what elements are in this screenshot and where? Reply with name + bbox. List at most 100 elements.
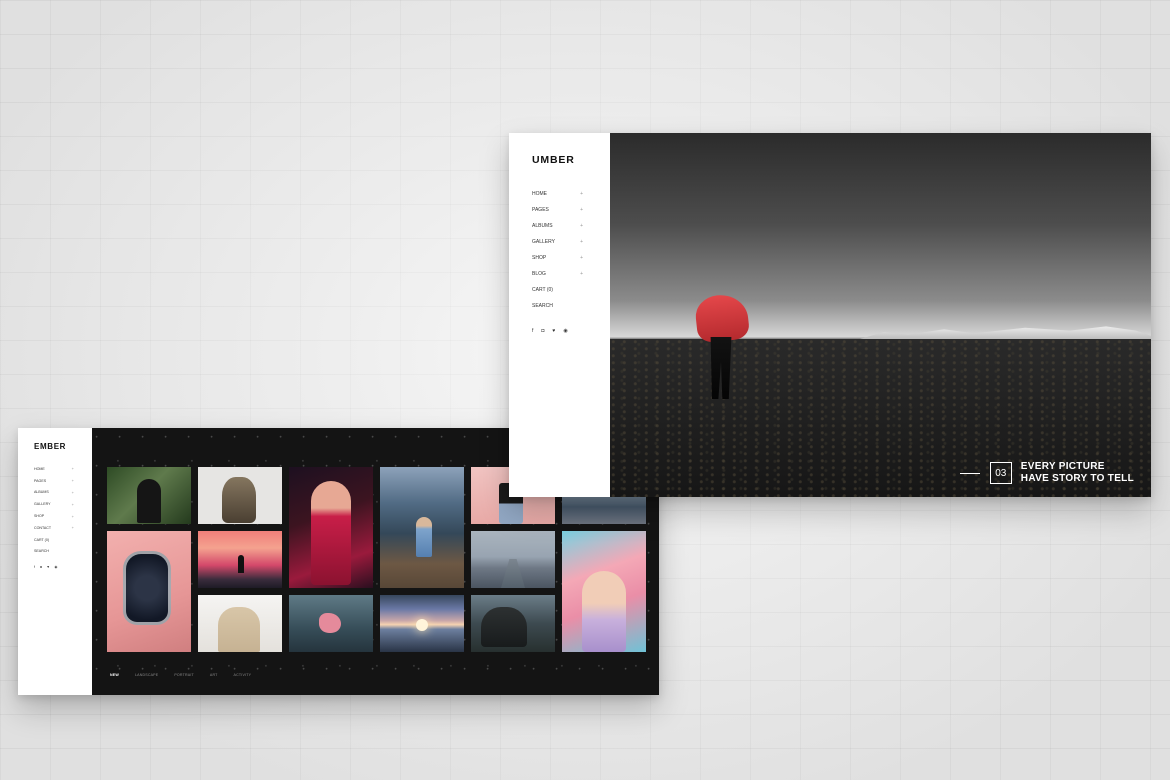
pinterest-icon[interactable]: ◉ — [563, 328, 567, 334]
gallery-photo-coast[interactable] — [380, 467, 464, 588]
umber-menu-item-gallery[interactable]: GALLERY + — [532, 234, 583, 250]
ember-menu: HOME + PAGES + ALBUMS + GALLERY + SHOP + CONT… — [34, 463, 92, 557]
gallery-photo-street[interactable] — [471, 531, 555, 588]
menu-label: CART (0) — [532, 287, 553, 293]
ember-logo[interactable]: EMBER — [34, 442, 92, 451]
caption-divider — [959, 472, 980, 474]
menu-label: GALLERY — [532, 239, 555, 245]
gallery-photo-sunset-pier[interactable] — [198, 531, 282, 588]
caption-text: EVERY PICTURE HAVE STORY TO TELL — [1021, 461, 1134, 485]
expand-icon: + — [580, 207, 583, 213]
facebook-icon[interactable]: f — [532, 328, 533, 334]
filter-portrait[interactable]: PORTRAIT — [174, 673, 194, 677]
expand-icon: + — [71, 478, 74, 484]
expand-icon: + — [580, 271, 583, 277]
expand-icon: + — [71, 489, 74, 495]
gallery-photo-plants[interactable] — [107, 467, 191, 524]
gallery-photo-lights-jar[interactable] — [107, 531, 191, 652]
expand-icon: + — [580, 255, 583, 261]
expand-icon: + — [71, 513, 74, 519]
filter-art[interactable]: ART — [210, 673, 218, 677]
gallery-photo-bubblegum[interactable] — [562, 531, 646, 652]
ember-menu-item-pages[interactable]: PAGES + — [34, 475, 74, 487]
expand-icon: + — [71, 466, 74, 472]
photo-subject — [501, 559, 525, 588]
caption-line-2: HAVE STORY TO TELL — [1020, 473, 1134, 484]
photo-subject — [238, 555, 244, 573]
gallery-photo-flamingo[interactable] — [289, 595, 373, 652]
ember-menu-item-gallery[interactable]: GALLERY + — [34, 498, 74, 510]
umber-sidebar: UMBER HOME + PAGES + ALBUMS + GALLERY + SHOP… — [509, 133, 610, 497]
photo-subject — [582, 571, 626, 652]
umber-menu-item-blog[interactable]: BLOG + — [532, 266, 583, 282]
umber-menu-item-albums[interactable]: ALBUMS + — [532, 218, 583, 234]
gallery-filter-bar: NEW LANDSCAPE PORTRAIT ART ACTIVITY — [110, 673, 251, 677]
ember-menu-item-home[interactable]: HOME + — [34, 463, 74, 475]
photo-subject — [416, 619, 428, 631]
pinterest-icon[interactable]: ◉ — [54, 565, 57, 569]
ember-menu-item-albums[interactable]: ALBUMS + — [34, 487, 74, 499]
umber-menu-item-cart[interactable]: CART (0) — [532, 282, 583, 298]
gallery-photo-sea-sunset[interactable] — [380, 595, 464, 652]
caption-line-1: EVERY PICTURE — [1020, 461, 1105, 472]
photo-subject — [137, 479, 161, 523]
filter-landscape[interactable]: LANDSCAPE — [135, 673, 158, 677]
menu-label: HOME — [34, 466, 45, 471]
ember-social-links: f ◘ ♥ ◉ — [34, 565, 92, 569]
snowy-mountains — [860, 326, 1151, 339]
facebook-icon[interactable]: f — [34, 565, 35, 569]
gallery-photo-blonde-hair[interactable] — [198, 595, 282, 652]
runner-red-jacket — [693, 292, 751, 344]
expand-icon: + — [580, 191, 583, 197]
ember-menu-item-cart[interactable]: CART (0) — [34, 534, 74, 546]
photo-subject — [123, 551, 171, 625]
photo-subject — [311, 481, 351, 585]
expand-icon: + — [71, 525, 74, 531]
gallery-photo-photographer[interactable] — [471, 595, 555, 652]
ember-menu-item-search[interactable]: SEARCH — [34, 546, 74, 558]
expand-icon: + — [71, 501, 74, 507]
umber-mockup: UMBER HOME + PAGES + ALBUMS + GALLERY + SHOP… — [509, 133, 1151, 497]
menu-label: HOME — [532, 191, 547, 197]
gallery-photo-neon-portrait[interactable] — [289, 467, 373, 588]
instagram-icon[interactable]: ◘ — [40, 565, 42, 569]
ember-menu-item-shop[interactable]: SHOP + — [34, 510, 74, 522]
expand-icon: + — [580, 223, 583, 229]
photo-subject — [319, 613, 341, 633]
gallery-photo-deer[interactable] — [198, 467, 282, 524]
instagram-icon[interactable]: ◘ — [541, 328, 544, 334]
photo-subject — [416, 517, 432, 557]
umber-menu-item-pages[interactable]: PAGES + — [532, 202, 583, 218]
slide-caption: 03 EVERY PICTURE HAVE STORY TO TELL — [959, 461, 1134, 485]
filter-new[interactable]: NEW — [110, 673, 119, 677]
umber-social-links: f ◘ ♥ ◉ — [532, 328, 610, 334]
umber-menu-item-shop[interactable]: SHOP + — [532, 250, 583, 266]
menu-label: SEARCH — [34, 549, 49, 554]
photo-subject — [222, 477, 256, 523]
menu-label: ALBUMS — [532, 223, 553, 229]
umber-menu: HOME + PAGES + ALBUMS + GALLERY + SHOP + BLOG… — [532, 186, 610, 314]
menu-label: ALBUMS — [34, 490, 49, 495]
menu-label: GALLERY — [34, 502, 51, 507]
twitter-icon[interactable]: ♥ — [552, 328, 555, 334]
photo-subject — [218, 607, 260, 652]
slide-number[interactable]: 03 — [989, 462, 1012, 484]
umber-menu-item-search[interactable]: SEARCH — [532, 298, 583, 314]
umber-hero-slide: 03 EVERY PICTURE HAVE STORY TO TELL — [610, 133, 1151, 497]
menu-label: SEARCH — [532, 303, 553, 309]
menu-label: BLOG — [532, 271, 546, 277]
menu-label: SHOP — [34, 514, 45, 519]
umber-logo[interactable]: UMBER — [532, 154, 610, 166]
menu-label: CONTACT — [34, 525, 52, 530]
twitter-icon[interactable]: ♥ — [47, 565, 49, 569]
photo-subject — [481, 607, 527, 647]
menu-label: SHOP — [532, 255, 547, 261]
ember-menu-item-contact[interactable]: CONTACT + — [34, 522, 74, 534]
expand-icon: + — [580, 239, 583, 245]
menu-label: PAGES — [532, 207, 549, 213]
menu-label: PAGES — [34, 478, 47, 483]
ember-sidebar: EMBER HOME + PAGES + ALBUMS + GALLERY + SHOP… — [18, 428, 92, 695]
filter-activity[interactable]: ACTIVITY — [234, 673, 252, 677]
umber-menu-item-home[interactable]: HOME + — [532, 186, 583, 202]
menu-label: CART (0) — [34, 537, 50, 542]
